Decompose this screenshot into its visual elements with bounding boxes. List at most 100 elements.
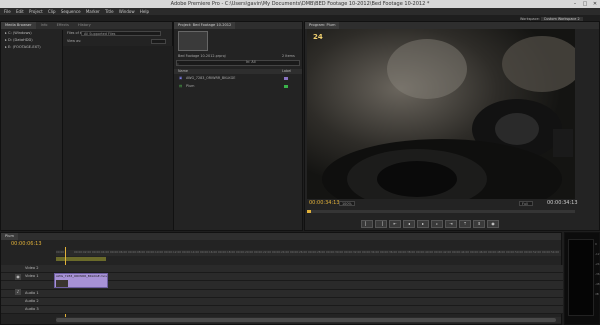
menu-project[interactable]: Project — [29, 8, 43, 15]
ruler-tick-label: 00:00:50:00 — [506, 250, 524, 254]
step-forward-button[interactable]: ▹ — [431, 220, 443, 228]
minimize-button[interactable]: – — [570, 0, 580, 8]
ruler-tick-label: 00:00:44:00 — [452, 250, 470, 254]
frame-counter-overlay: 24 — [313, 33, 323, 41]
menu-bar: File Edit Project Clip Sequence Marker T… — [0, 8, 600, 15]
transport-controls: ▏ ▕ ⇤ ◂ ▸ ▹ ⇥ ⇡ ⇞ ◉ — [361, 220, 499, 228]
meter-scale: 0 -12 -24 -36 -48 dB — [595, 242, 600, 296]
in-label: In: All — [246, 60, 256, 64]
playhead-marker[interactable] — [307, 210, 311, 213]
drive-item[interactable]: ▸ D: (DataHDD) — [1, 37, 62, 44]
project-tabs: Project: Bed Footage 10-2012 — [174, 22, 302, 29]
ruler-tick-label: 00:00:24:00 — [272, 250, 290, 254]
ruler-tick-label: 00:00:46:00 — [470, 250, 488, 254]
menu-file[interactable]: File — [4, 8, 11, 15]
ruler-tick-label: 00:00:14:00 — [182, 250, 200, 254]
ruler-tick-label: 00:00:28:00 — [308, 250, 326, 254]
menu-clip[interactable]: Clip — [48, 8, 56, 15]
quality-dropdown[interactable]: Full — [519, 201, 533, 206]
project-item[interactable]: ▣ AWG_7283_ORIWRR_BKLKGE — [174, 75, 302, 82]
ruler-tick-label: 00:00:34:00 — [362, 250, 380, 254]
window-title: Adobe Premiere Pro - C:\Users\gavin\My D… — [170, 1, 430, 7]
video-image — [307, 29, 575, 199]
program-scrubber[interactable] — [307, 210, 575, 213]
timeline-scrollbar[interactable] — [56, 317, 561, 323]
project-column-header: Name Label — [174, 69, 302, 74]
label-swatch-green — [284, 85, 288, 88]
ruler-tick-label: 00:00:38:00 — [398, 250, 416, 254]
view-as-dropdown[interactable] — [151, 39, 166, 44]
ruler-tick-label: 00:00:16:00 — [200, 250, 218, 254]
project-thumbnail — [178, 31, 208, 51]
ruler-tick-label: 00:00:48:00 — [488, 250, 506, 254]
project-search[interactable]: ⌕ — [176, 60, 300, 66]
program-timecode-current[interactable]: 00:00:34:13 — [309, 200, 340, 207]
menu-sequence[interactable]: Sequence — [61, 8, 81, 15]
project-panel: Project: Bed Footage 10-2012 Bed Footage… — [173, 21, 303, 231]
program-monitor-panel: Program: Plum 24 00:00:34:13 100% Full 0… — [304, 21, 600, 231]
track-video-2[interactable]: Video 2 — [1, 265, 563, 273]
col-label[interactable]: Label — [282, 69, 291, 74]
menu-help[interactable]: Help — [140, 8, 149, 15]
time-ruler[interactable]: 00:00 00:00:02:00 00:00:04:00 00:00:06:0… — [56, 250, 561, 256]
col-name[interactable]: Name — [178, 69, 188, 74]
go-to-out-button[interactable]: ⇥ — [445, 220, 457, 228]
project-item[interactable]: ▤ Plum — [174, 83, 302, 90]
files-of-type-dropdown[interactable]: All Supported Files — [81, 31, 161, 36]
video-clip[interactable]: AWG_7283_ORIWRR_BKLKGE.mov [V] — [54, 273, 108, 288]
drive-item[interactable]: ▸ E: (FOOTAGE-EXT) — [1, 44, 62, 51]
go-to-in-button[interactable]: ⇤ — [389, 220, 401, 228]
scrollbar-thumb[interactable] — [56, 318, 556, 322]
tab-program[interactable]: Program: Plum — [305, 22, 340, 29]
clip-label: AWG_7283_ORIWRR_BKLKGE.mov [V] — [56, 274, 107, 278]
ruler-tick-label: 00:00:04:00 — [92, 250, 110, 254]
work-area-bar[interactable] — [56, 257, 106, 261]
tab-sequence[interactable]: Plum — [1, 233, 18, 240]
sequence-icon: ▤ — [179, 84, 183, 88]
close-button[interactable]: ✕ — [590, 0, 600, 8]
project-item-name: AWG_7283_ORIWRR_BKLKGE — [186, 76, 236, 80]
play-button[interactable]: ▸ — [417, 220, 429, 228]
track-audio-1[interactable]: Audio 1 — [1, 290, 563, 298]
eye-icon[interactable]: ◉ — [15, 274, 21, 280]
step-back-button[interactable]: ◂ — [403, 220, 415, 228]
track-audio-3[interactable]: Audio 3 — [1, 306, 563, 314]
lift-button[interactable]: ⇡ — [459, 220, 471, 228]
speaker-icon[interactable]: ♪ — [15, 289, 21, 295]
tab-history[interactable]: History — [74, 22, 95, 29]
ruler-tick-label: 00:00:36:00 — [380, 250, 398, 254]
timeline-timecode[interactable]: 00:00:06:13 — [11, 241, 42, 248]
fit-dropdown[interactable]: 100% — [339, 201, 355, 206]
ruler-tick-label: 00:00:30:00 — [326, 250, 344, 254]
menu-title[interactable]: Title — [105, 8, 114, 15]
window-title-bar: Adobe Premiere Pro - C:\Users\gavin\My D… — [0, 0, 600, 8]
export-frame-button[interactable]: ◉ — [487, 220, 499, 228]
menu-window[interactable]: Window — [119, 8, 135, 15]
ruler-tick-label: 00:00:22:00 — [254, 250, 272, 254]
in-value[interactable]: All — [251, 60, 255, 64]
project-item-name: Plum — [186, 84, 195, 88]
label-swatch-violet — [284, 77, 288, 80]
tab-effects[interactable]: Effects — [53, 22, 73, 29]
media-browser-tabs: Media Browser Info Effects History — [1, 22, 172, 29]
ruler-tick-label: 00:00:20:00 — [236, 250, 254, 254]
menu-marker[interactable]: Marker — [86, 8, 100, 15]
tab-info[interactable]: Info — [37, 22, 52, 29]
media-browser-panel: Media Browser Info Effects History Files… — [0, 21, 173, 231]
tab-media-browser[interactable]: Media Browser — [1, 22, 36, 29]
search-icon: ⌕ — [177, 62, 179, 66]
ruler-tick-label: 00:00:52:00 — [524, 250, 542, 254]
track-audio-2[interactable]: Audio 2 — [1, 298, 563, 306]
maximize-button[interactable]: □ — [580, 0, 590, 8]
drives-list: ▸ C: (Windows) ▸ D: (DataHDD) ▸ E: (FOOT… — [1, 30, 63, 230]
view-as-label: View as: — [67, 39, 82, 43]
timeline-tabs: Plum — [1, 233, 561, 240]
mark-in-button[interactable]: ▏ — [361, 220, 373, 228]
ruler-tick-label: 00:00:06:00 — [110, 250, 128, 254]
mark-out-button[interactable]: ▕ — [375, 220, 387, 228]
menu-edit[interactable]: Edit — [16, 8, 24, 15]
drive-item[interactable]: ▸ C: (Windows) — [1, 30, 62, 37]
ruler-tick-label: 00:00:40:00 — [416, 250, 434, 254]
tab-project[interactable]: Project: Bed Footage 10-2012 — [174, 22, 236, 29]
extract-button[interactable]: ⇞ — [473, 220, 485, 228]
